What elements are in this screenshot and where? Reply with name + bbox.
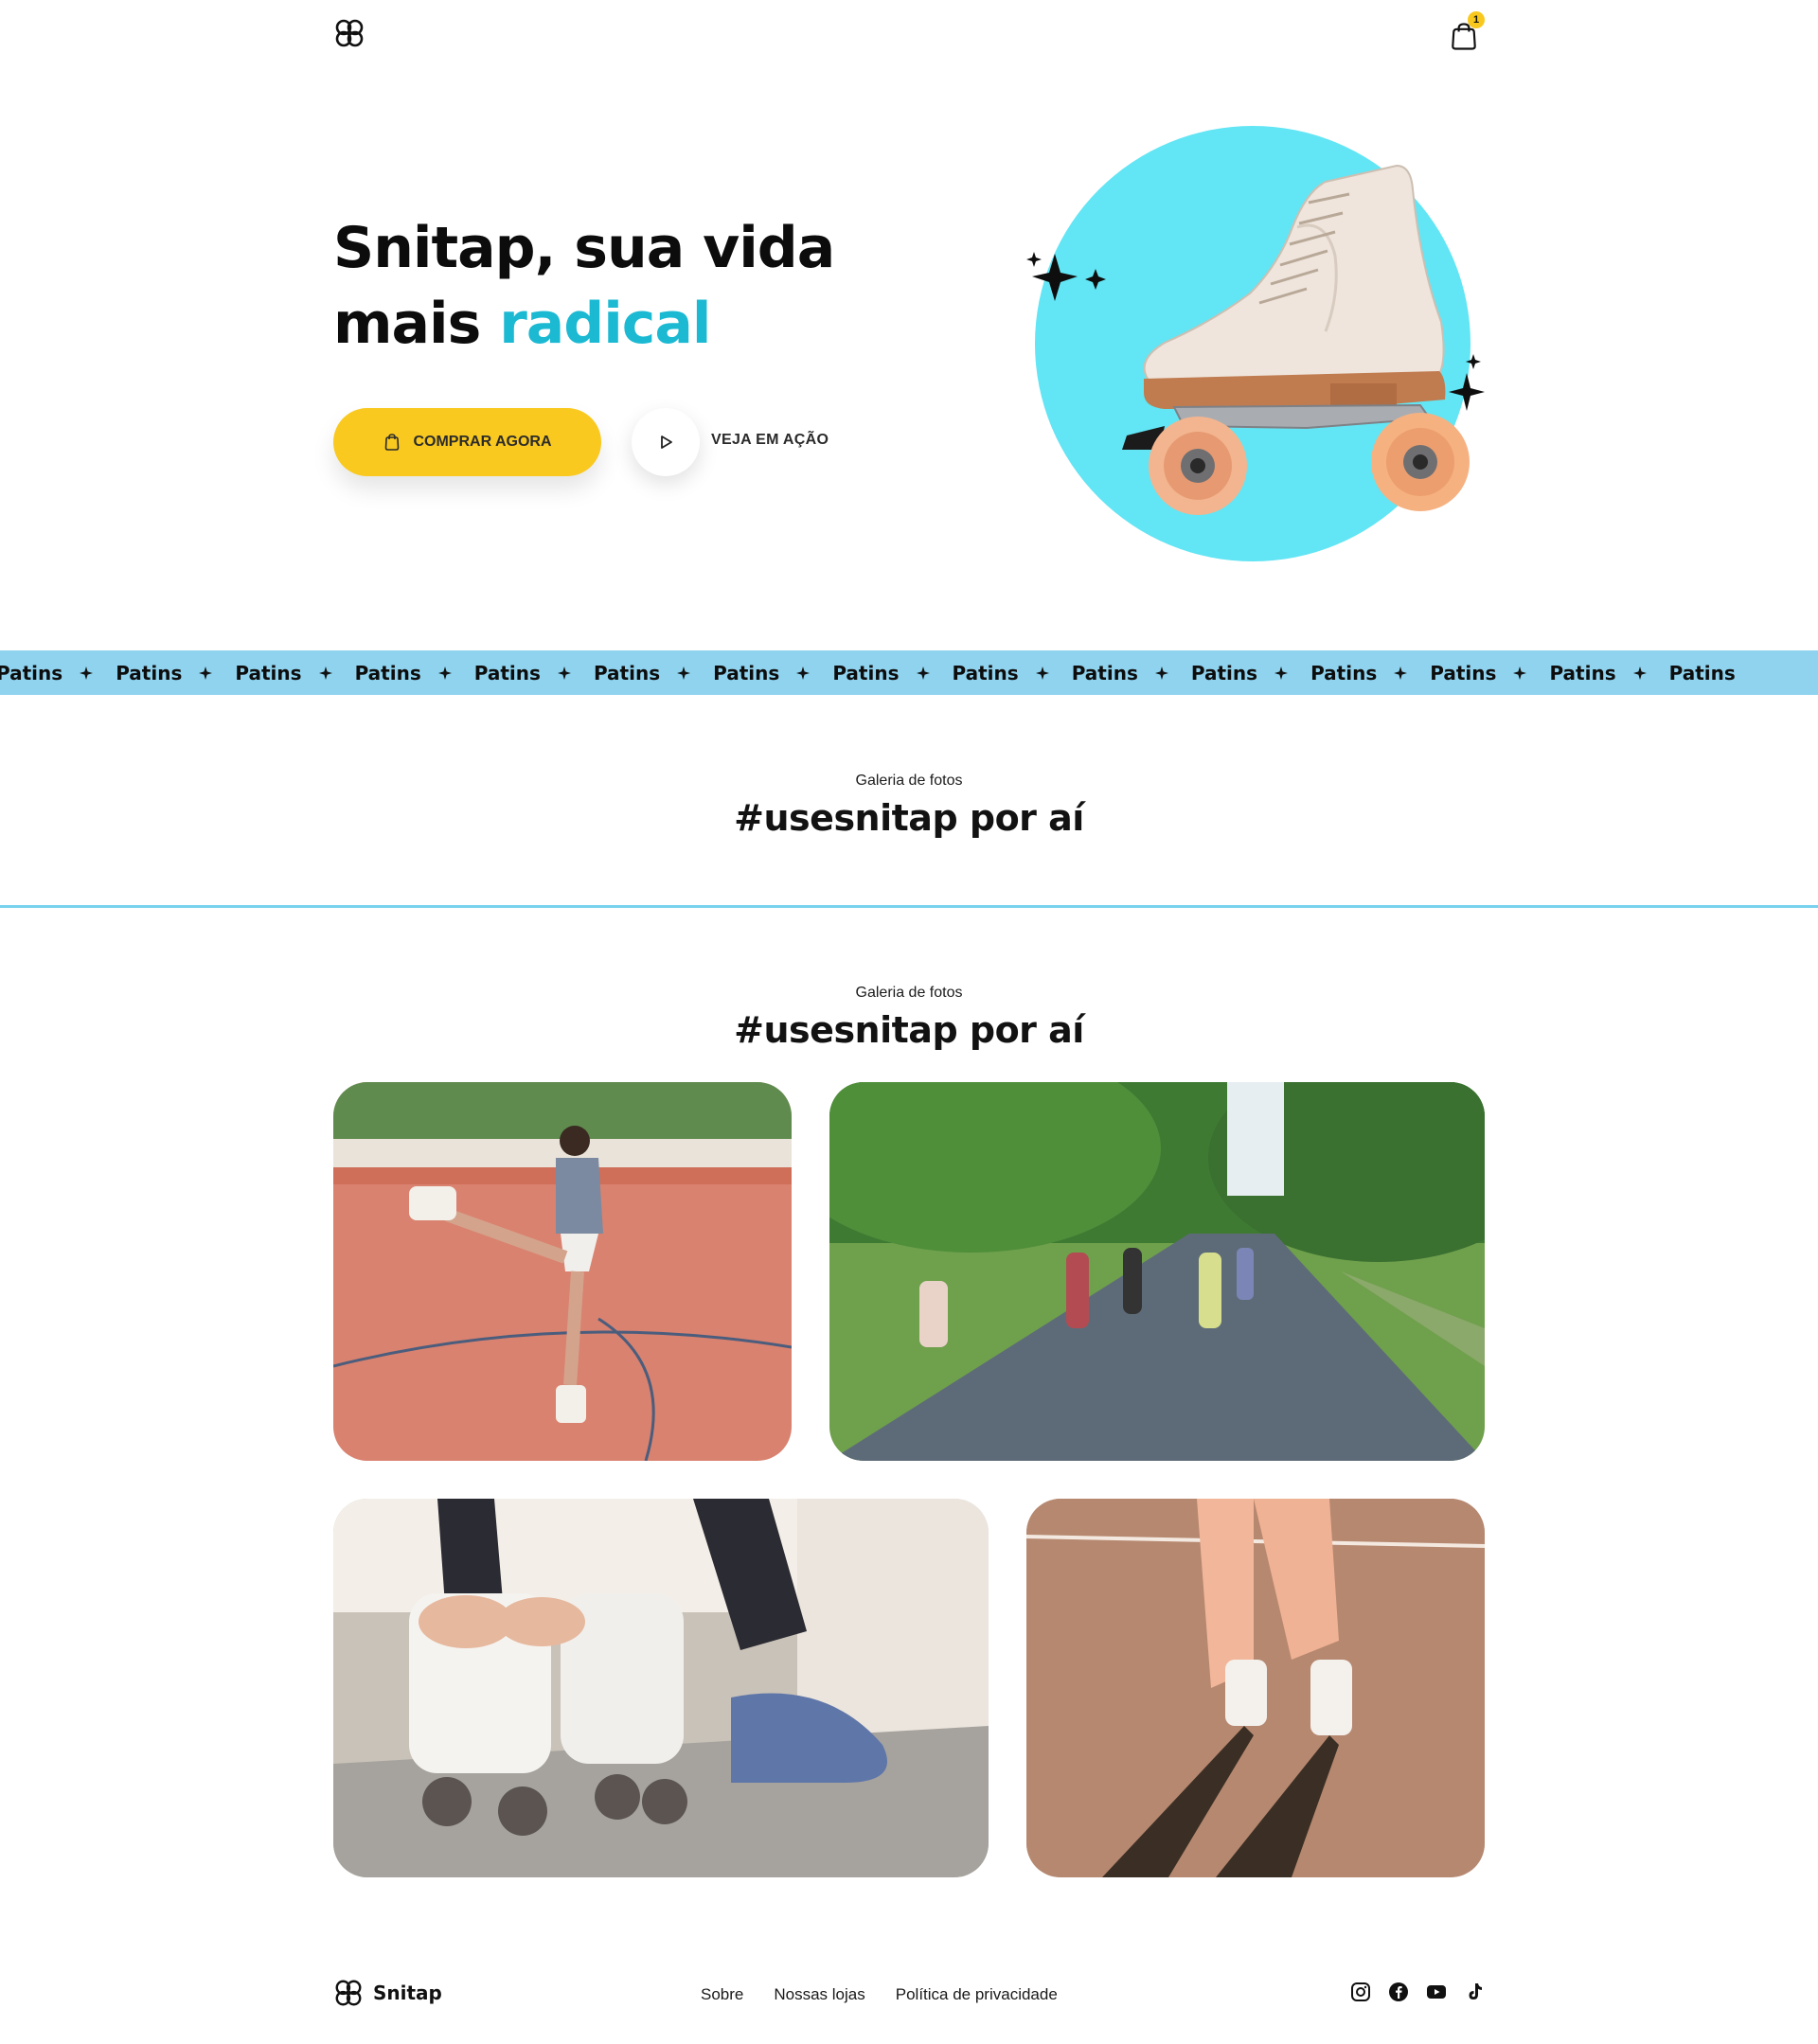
footer-social-links: [1350, 1982, 1485, 2002]
marquee-word: Patins: [473, 661, 541, 684]
marquee-word: Patins: [0, 661, 63, 684]
marquee-word: Patins: [832, 661, 900, 684]
gallery-title: #usesnitap por aí: [734, 797, 1084, 839]
sparkle-icon: [437, 666, 452, 680]
marquee-word: Patins: [1071, 661, 1138, 684]
buy-now-button[interactable]: COMPRAR AGORA: [333, 408, 601, 476]
hero-title-line2: mais: [333, 291, 500, 357]
cart-button[interactable]: 1: [1447, 11, 1485, 51]
site-header: 1: [333, 11, 1485, 55]
gallery-photo-woman-skating-court[interactable]: [333, 1082, 792, 1461]
snitap-logo-icon[interactable]: [333, 17, 365, 49]
shopping-bag-icon: [385, 434, 400, 451]
marquee-word: Patins: [116, 661, 183, 684]
gallery-heading-2: Galeria de fotos #usesnitap por aí: [0, 985, 1818, 1051]
play-icon: [661, 435, 672, 449]
marquee-word: Patins: [1190, 661, 1258, 684]
gallery-photo-tying-skate-laces[interactable]: [333, 1499, 989, 1877]
sparkle-icon: [916, 666, 930, 680]
footer-link-privacy[interactable]: Política de privacidade: [896, 1985, 1058, 2004]
footer-link-stores[interactable]: Nossas lojas: [774, 1985, 864, 2004]
marquee-word: Patins: [235, 661, 302, 684]
hero-title: Snitap, sua vida mais radical: [333, 210, 939, 362]
footer-link-about[interactable]: Sobre: [701, 1985, 743, 2004]
sparkle-icon: [1394, 666, 1408, 680]
sparkle-icon: [557, 666, 571, 680]
marquee-word: Patins: [1430, 661, 1497, 684]
gallery-title: #usesnitap por aí: [734, 1009, 1084, 1051]
gallery-photo-group-skating-park[interactable]: [829, 1082, 1485, 1461]
footer-logo[interactable]: Snitap: [333, 1978, 442, 2008]
site-footer: Snitap Sobre Nossas lojas Política de pr…: [333, 1978, 1485, 2012]
marquee-word: Patins: [1549, 661, 1616, 684]
gallery-kicker: Galeria de fotos: [855, 985, 963, 1001]
sparkle-icon: [199, 666, 213, 680]
marquee-word: Patins: [354, 661, 421, 684]
sparkle-icon: [1513, 666, 1527, 680]
marquee-word: Patins: [713, 661, 780, 684]
play-video-button[interactable]: [632, 408, 700, 476]
marquee-word: Patins: [593, 661, 661, 684]
snitap-logo-icon: [335, 1980, 362, 2006]
facebook-icon[interactable]: [1388, 1982, 1409, 2002]
hero-title-accent: radical: [499, 291, 711, 357]
sparkle-icon: [80, 666, 94, 680]
sparkle-icon: [796, 666, 811, 680]
sparkle-icon: [1632, 666, 1647, 680]
sparkle-icon: [1035, 666, 1049, 680]
buy-now-label: COMPRAR AGORA: [413, 434, 552, 450]
instagram-icon[interactable]: [1350, 1982, 1371, 2002]
sparkle-icon: [677, 666, 691, 680]
sparkle-icon: [1274, 666, 1289, 680]
gallery-heading-1: Galeria de fotos #usesnitap por aí: [0, 773, 1818, 839]
footer-nav: Sobre Nossas lojas Política de privacida…: [701, 1985, 1058, 2004]
sparkle-icon: [1154, 666, 1168, 680]
marquee-track: Patins Patins Patins Patins Patins Patins Pati…: [0, 662, 1753, 684]
tiktok-icon[interactable]: [1464, 1982, 1485, 2002]
marquee-word: Patins: [952, 661, 1019, 684]
marquee-word: Patins: [1668, 661, 1736, 684]
sparkle-icon: [318, 666, 332, 680]
section-divider: [0, 905, 1818, 908]
footer-brand-name: Snitap: [373, 1982, 442, 2004]
gallery-kicker: Galeria de fotos: [855, 773, 963, 789]
marquee-word: Patins: [1310, 661, 1378, 684]
roller-skate-illustration: [1026, 126, 1485, 561]
watch-in-action-link[interactable]: VEJA EM AÇÃO: [711, 432, 829, 449]
patins-marquee-band: Patins Patins Patins Patins Patins Patins Pati…: [0, 650, 1818, 695]
gallery-photo-skates-on-pavement[interactable]: [1026, 1499, 1485, 1877]
youtube-icon[interactable]: [1426, 1982, 1447, 2002]
cart-count-badge: 1: [1468, 11, 1485, 28]
hero-title-line1: Snitap, sua vida: [333, 215, 835, 281]
